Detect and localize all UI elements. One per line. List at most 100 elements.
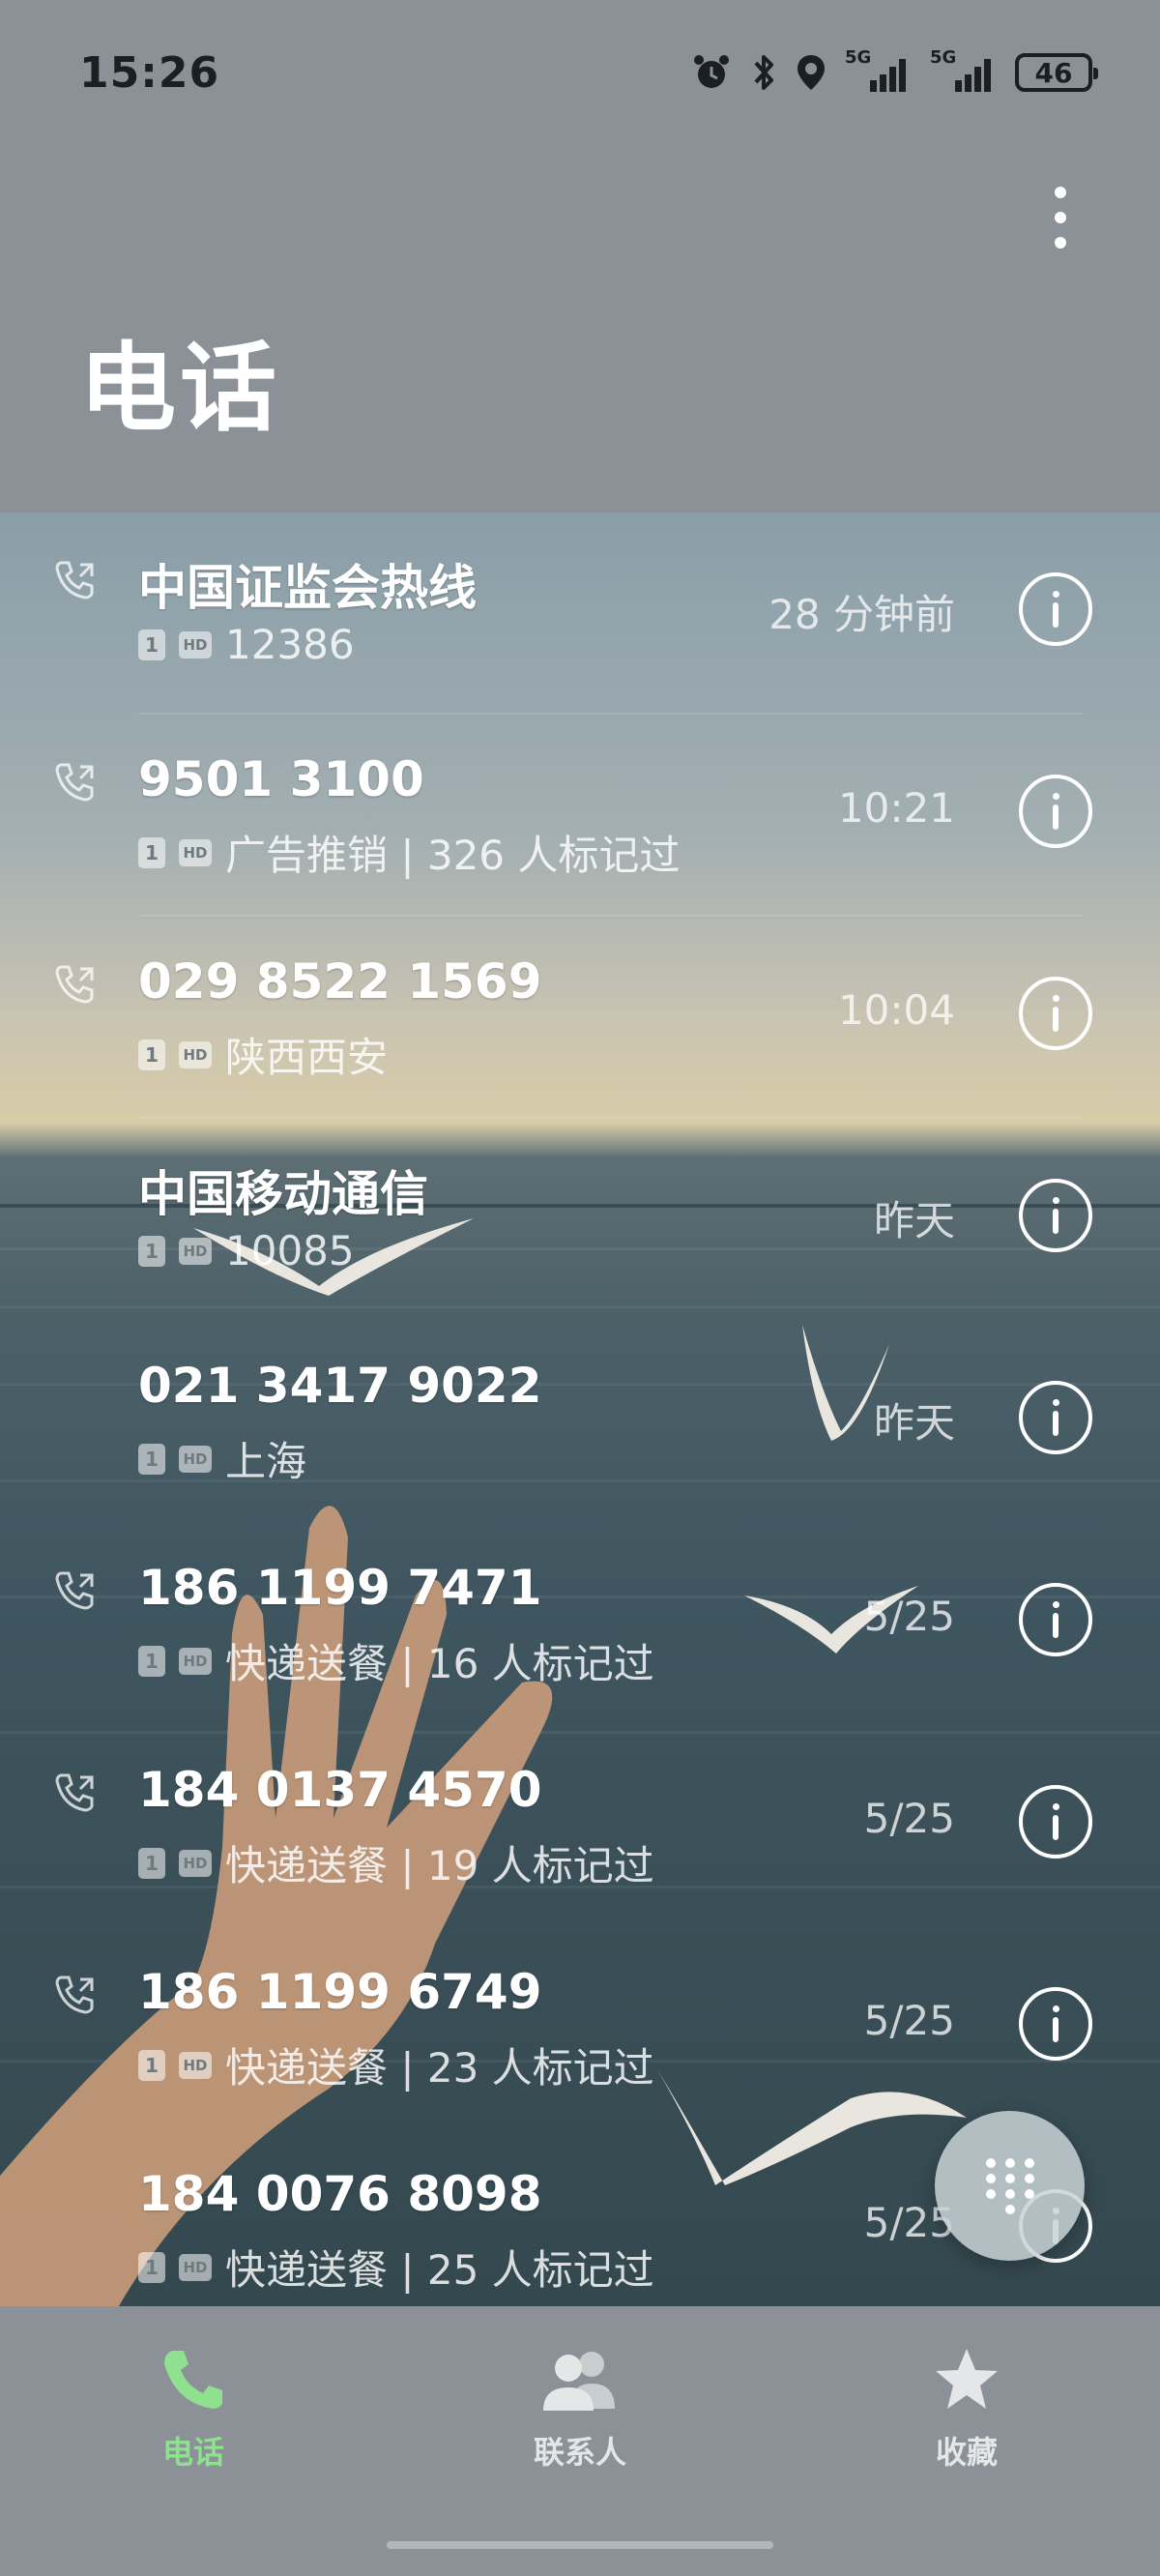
contacts-icon	[543, 2352, 615, 2411]
home-indicator[interactable]	[387, 2541, 773, 2549]
tab-label: 收藏	[935, 2434, 998, 2471]
info-icon[interactable]	[1019, 1785, 1092, 1859]
dialpad-icon	[985, 2157, 1034, 2214]
bottom-nav: 电话 联系人 收藏	[0, 2306, 1160, 2576]
caller-name: 中国证监会热线	[138, 560, 477, 616]
caller-name: 中国移动通信	[138, 1166, 428, 1222]
call-log-item[interactable]: 021 3417 9022 1 HD 上海 昨天	[0, 1321, 1160, 1523]
info-icon[interactable]	[1019, 1987, 1092, 2061]
status-icons: 5G 5G 46	[690, 47, 1098, 94]
call-time: 昨天	[873, 1399, 955, 1447]
call-log-list: 中国证监会热线 1 HD 12386 28 分钟前 9501 3100 1 HD…	[0, 512, 1160, 2331]
call-time: 5/25	[863, 1795, 955, 1842]
call-log-item[interactable]: 186 1199 6749 1 HD 快递送餐 | 23 人标记过 5/25	[0, 1927, 1160, 2129]
phone-icon	[164, 2351, 222, 2409]
call-time: 5/25	[863, 1997, 955, 2044]
call-time: 5/25	[863, 1593, 955, 1640]
sim-1-icon: 1	[138, 1039, 165, 1070]
signal-2-icon: 5G	[930, 47, 998, 92]
caller-name: 184 0137 4570	[138, 1762, 542, 1818]
bluetooth-icon	[754, 55, 773, 90]
call-detail-text: 快递送餐 | 25 人标记过	[225, 2246, 654, 2294]
call-details: 1 HD 10085	[138, 1227, 355, 1274]
call-log-item[interactable]: 184 0137 4570 1 HD 快递送餐 | 19 人标记过 5/25	[0, 1725, 1160, 1927]
alarm-icon	[694, 55, 729, 88]
tab-favorites[interactable]: 收藏	[841, 2345, 1092, 2576]
call-detail-text: 上海	[225, 1438, 307, 1485]
call-details: 1 HD 上海	[138, 1429, 306, 1488]
call-detail-text: 12386	[225, 621, 355, 668]
info-icon[interactable]	[1019, 1179, 1092, 1252]
info-icon[interactable]	[1019, 775, 1092, 848]
call-log-item[interactable]: 中国移动通信 1 HD 10085 昨天	[0, 1119, 1160, 1321]
call-time: 昨天	[873, 1197, 955, 1244]
info-icon[interactable]	[1019, 572, 1092, 646]
hd-icon: HD	[179, 1237, 212, 1265]
info-icon[interactable]	[1019, 1583, 1092, 1656]
location-icon	[798, 55, 825, 90]
call-details: 1 HD 快递送餐 | 19 人标记过	[138, 1833, 654, 1892]
outgoing-call-icon	[55, 1773, 94, 1812]
sim-1-icon: 1	[138, 629, 165, 660]
call-detail-text: 快递送餐 | 19 人标记过	[225, 1842, 654, 1889]
outgoing-call-icon	[55, 763, 94, 802]
sim-1-icon: 1	[138, 836, 165, 868]
call-detail-text: 广告推销 | 326 人标记过	[225, 832, 681, 879]
call-detail-text: 快递送餐 | 23 人标记过	[225, 2044, 654, 2092]
info-icon[interactable]	[1019, 1381, 1092, 1454]
caller-name: 9501 3100	[138, 751, 424, 807]
call-log-item[interactable]: 中国证监会热线 1 HD 12386 28 分钟前	[0, 512, 1160, 715]
call-details: 1 HD 陕西西安	[138, 1025, 388, 1084]
call-details: 1 HD 广告推销 | 326 人标记过	[138, 823, 680, 882]
status-time: 15:26	[79, 47, 220, 98]
outgoing-call-icon	[55, 1571, 94, 1610]
call-time: 28 分钟前	[768, 591, 955, 638]
hd-icon: HD	[179, 2051, 212, 2079]
page-title: 电话	[79, 332, 280, 445]
call-detail-text: 陕西西安	[225, 1034, 389, 1081]
hd-icon: HD	[179, 630, 212, 659]
hd-icon: HD	[179, 1647, 212, 1675]
info-icon[interactable]	[1019, 977, 1092, 1050]
call-details: 1 HD 快递送餐 | 16 人标记过	[138, 1631, 654, 1690]
outgoing-call-icon	[55, 1976, 94, 2014]
hd-icon: HD	[179, 838, 212, 866]
caller-name: 021 3417 9022	[138, 1358, 542, 1414]
tab-label: 电话	[161, 2434, 224, 2471]
sim-1-icon: 1	[138, 1443, 165, 1475]
more-options-button[interactable]	[1007, 174, 1114, 261]
call-time: 10:21	[837, 784, 955, 832]
sim-1-icon: 1	[138, 1235, 165, 1267]
outgoing-call-icon	[55, 965, 94, 1004]
call-detail-text: 快递送餐 | 16 人标记过	[225, 1640, 654, 1687]
outgoing-call-icon	[55, 561, 94, 600]
hd-icon: HD	[179, 1445, 212, 1473]
call-log-item[interactable]: 186 1199 7471 1 HD 快递送餐 | 16 人标记过 5/25	[0, 1523, 1160, 1725]
more-dot	[1055, 237, 1066, 249]
more-dot	[1055, 187, 1066, 198]
caller-name: 186 1199 6749	[138, 1964, 542, 2020]
sim-1-icon: 1	[138, 1847, 165, 1879]
caller-name: 029 8522 1569	[138, 953, 542, 1010]
call-details: 1 HD 12386	[138, 621, 355, 668]
sim-1-icon: 1	[138, 2049, 165, 2081]
call-details: 1 HD 快递送餐 | 23 人标记过	[138, 2035, 654, 2094]
call-log-item[interactable]: 9501 3100 1 HD 广告推销 | 326 人标记过 10:21	[0, 715, 1160, 917]
dialpad-button[interactable]	[935, 2111, 1085, 2261]
hd-icon: HD	[179, 1040, 212, 1068]
call-log-item[interactable]: 029 8522 1569 1 HD 陕西西安 10:04	[0, 917, 1160, 1119]
more-dot	[1055, 212, 1066, 223]
battery-icon: 46	[1015, 53, 1098, 92]
hd-icon: HD	[179, 1849, 212, 1877]
caller-name: 186 1199 7471	[138, 1560, 542, 1616]
hd-icon: HD	[179, 2253, 212, 2281]
tab-label: 联系人	[533, 2434, 626, 2471]
status-bar: 15:26 5G 5G 46	[0, 0, 1160, 145]
call-time: 10:04	[837, 986, 955, 1034]
caller-name: 184 0076 8098	[138, 2166, 542, 2222]
call-detail-text: 10085	[225, 1227, 355, 1274]
tab-phone[interactable]: 电话	[68, 2345, 319, 2576]
star-icon	[936, 2349, 998, 2409]
signal-1-icon: 5G	[845, 47, 913, 92]
call-details: 1 HD 快递送餐 | 25 人标记过	[138, 2238, 654, 2297]
